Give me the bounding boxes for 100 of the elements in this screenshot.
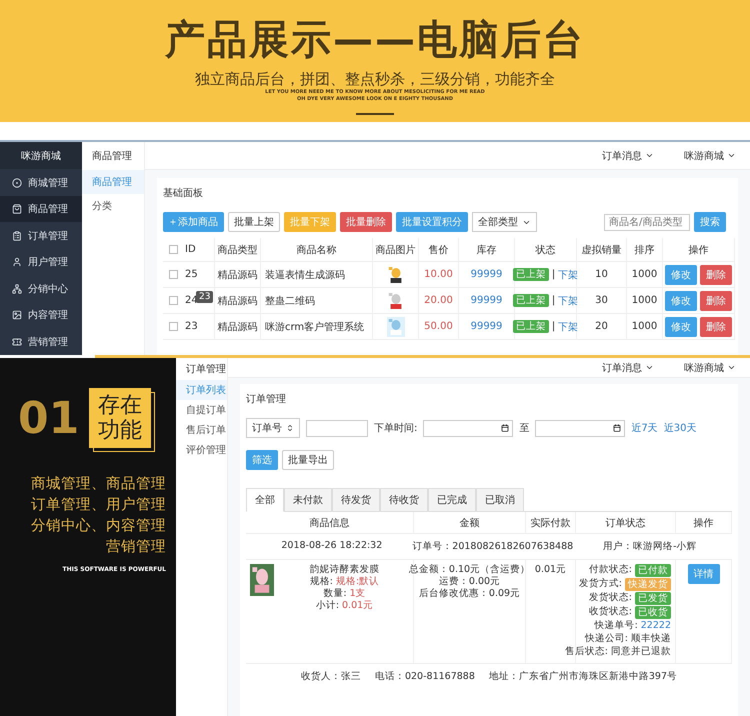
column-header: 商品信息 xyxy=(310,516,350,530)
nav-item[interactable]: 商品管理 xyxy=(0,196,82,222)
tab[interactable]: 待发货 xyxy=(332,488,380,512)
column-header: 操作 xyxy=(694,516,714,530)
column-header: 库存 xyxy=(476,244,496,256)
toolbar-button[interactable]: 批量上架 xyxy=(228,212,280,232)
product-name: 韵妮诗酵素发膜 xyxy=(308,564,380,576)
ticket-icon xyxy=(12,336,22,347)
column-header: ID xyxy=(185,244,196,255)
unlist-link[interactable]: 下架 xyxy=(558,320,578,334)
status-badge: 已上架 xyxy=(512,268,549,281)
date-field[interactable] xyxy=(535,420,626,436)
column-header: 状态 xyxy=(536,244,556,256)
table-cell-text: 装逼表情生成源码 xyxy=(265,268,345,282)
submenu-item[interactable]: 评价管理 xyxy=(176,440,227,460)
type-select[interactable]: 全部类型 xyxy=(472,212,537,232)
table-cell-text: 整蛊二维码 xyxy=(265,294,315,308)
table-cell: 1000 xyxy=(632,269,658,280)
status-label: 快递单号: xyxy=(594,620,638,632)
status-badge: 已收货 xyxy=(635,606,671,619)
status-label: 售后状态: xyxy=(564,646,608,658)
delete-button[interactable]: 删除 xyxy=(700,316,732,336)
date-field[interactable] xyxy=(423,420,514,436)
badge-text: 功能 xyxy=(98,418,142,443)
tab[interactable]: 全部 xyxy=(246,488,284,512)
status-badge: 已付款 xyxy=(635,564,671,577)
feature-text: 商城管理、商品管理 xyxy=(31,474,166,494)
top-menu[interactable]: 订单消息 xyxy=(602,360,654,374)
nav-item[interactable]: 用户管理 xyxy=(0,248,82,276)
top-menu[interactable]: 订单消息 xyxy=(602,148,654,162)
tab[interactable]: 待收货 xyxy=(380,488,428,512)
filter-select[interactable]: 订单号 xyxy=(246,418,300,438)
time-label: 下单时间: xyxy=(374,422,418,435)
amount-text: 总金额：0.10元（含运费） xyxy=(408,564,530,576)
amount-text: 运费：0.00元 xyxy=(438,576,500,588)
quick-link[interactable]: 近30天 xyxy=(664,421,696,435)
promo-number: 01 xyxy=(18,392,80,444)
brand-name: 咪游商城 xyxy=(0,142,82,170)
tab[interactable]: 已取消 xyxy=(476,488,524,512)
nav-item[interactable]: 营销管理 xyxy=(0,328,82,355)
submenu-item[interactable]: 分类 xyxy=(82,194,144,218)
submenu-item[interactable]: 自提订单 xyxy=(176,400,227,420)
table-cell-text: 咪游crm客户管理系统 xyxy=(265,320,364,334)
user-icon xyxy=(12,257,22,268)
nav-item[interactable]: 内容管理 xyxy=(0,302,82,328)
caret-icon xyxy=(727,151,736,160)
tab[interactable]: 已完成 xyxy=(428,488,476,512)
feature-text: 营销管理 xyxy=(106,538,166,557)
price: 10.00 xyxy=(424,269,453,280)
delete-button[interactable]: 删除 xyxy=(700,264,732,284)
column-header: 操作 xyxy=(688,244,708,256)
status-label: 发货状态: xyxy=(588,592,632,605)
checkbox[interactable] xyxy=(169,270,178,279)
input-field[interactable] xyxy=(306,420,368,436)
spec-label: 规格: xyxy=(310,576,333,588)
clipboard-icon xyxy=(12,230,22,241)
column-header: 虚拟销量 xyxy=(582,244,622,256)
checkbox[interactable] xyxy=(169,245,178,254)
top-menu[interactable]: 咪游商城 xyxy=(684,360,736,374)
checkbox[interactable] xyxy=(169,322,178,331)
nav-item[interactable]: 订单管理 xyxy=(0,222,82,249)
column-header: 排序 xyxy=(634,244,654,256)
unlist-link[interactable]: 下架 xyxy=(558,294,578,308)
column-header: 订单状态 xyxy=(606,516,646,530)
nav-item[interactable]: 分销中心 xyxy=(0,275,82,302)
table-cell: 30 xyxy=(595,295,608,306)
filter-button[interactable]: 批量导出 xyxy=(282,450,334,470)
image-icon xyxy=(12,310,22,320)
paid-amount: 0.01元 xyxy=(534,564,566,576)
column-header: 售价 xyxy=(428,244,448,256)
table-cell-text: 精品源码 xyxy=(218,268,258,282)
search-field[interactable]: 商品名/商品类型 xyxy=(604,214,690,230)
feature-text: 订单管理、用户管理 xyxy=(31,496,166,515)
spec-label: 小计: xyxy=(316,600,340,612)
top-menu[interactable]: 咪游商城 xyxy=(684,148,736,162)
table-cell: 24 xyxy=(185,295,198,306)
plus-icon xyxy=(169,218,177,226)
tab[interactable]: 未付款 xyxy=(284,488,332,512)
spec-value: 0.01元 xyxy=(342,600,374,612)
panel-title: 订单管理 xyxy=(246,392,287,406)
quick-link[interactable]: 近7天 xyxy=(631,421,658,435)
table-cell: 1000 xyxy=(632,321,658,332)
banner-subtitle: 独立商品后台，拼团、整点秒杀，三级分销，功能齐全 xyxy=(195,70,555,89)
separator: | xyxy=(552,295,556,306)
status-label: 快递公司: xyxy=(584,633,628,645)
status-badge: 已发货 xyxy=(635,592,671,605)
spec-value: 1支 xyxy=(350,588,366,600)
amount-text: 后台修改优惠：0.09元 xyxy=(418,588,520,600)
delete-button[interactable]: 删除 xyxy=(700,290,732,310)
nav-item[interactable]: 商城管理 xyxy=(0,169,82,196)
column-header: 商品图片 xyxy=(376,244,416,256)
table-cell: 20 xyxy=(595,321,608,332)
price: 50.00 xyxy=(424,321,453,332)
updown-icon xyxy=(286,424,294,432)
submenu-item[interactable]: 售后订单 xyxy=(176,420,227,440)
checkbox[interactable] xyxy=(169,296,178,305)
toolbar-button[interactable]: 批量删除 xyxy=(340,212,392,232)
status-label: 收货状态: xyxy=(588,606,632,619)
table-cell: 23 xyxy=(185,321,198,332)
unlist-link[interactable]: 下架 xyxy=(558,268,578,282)
